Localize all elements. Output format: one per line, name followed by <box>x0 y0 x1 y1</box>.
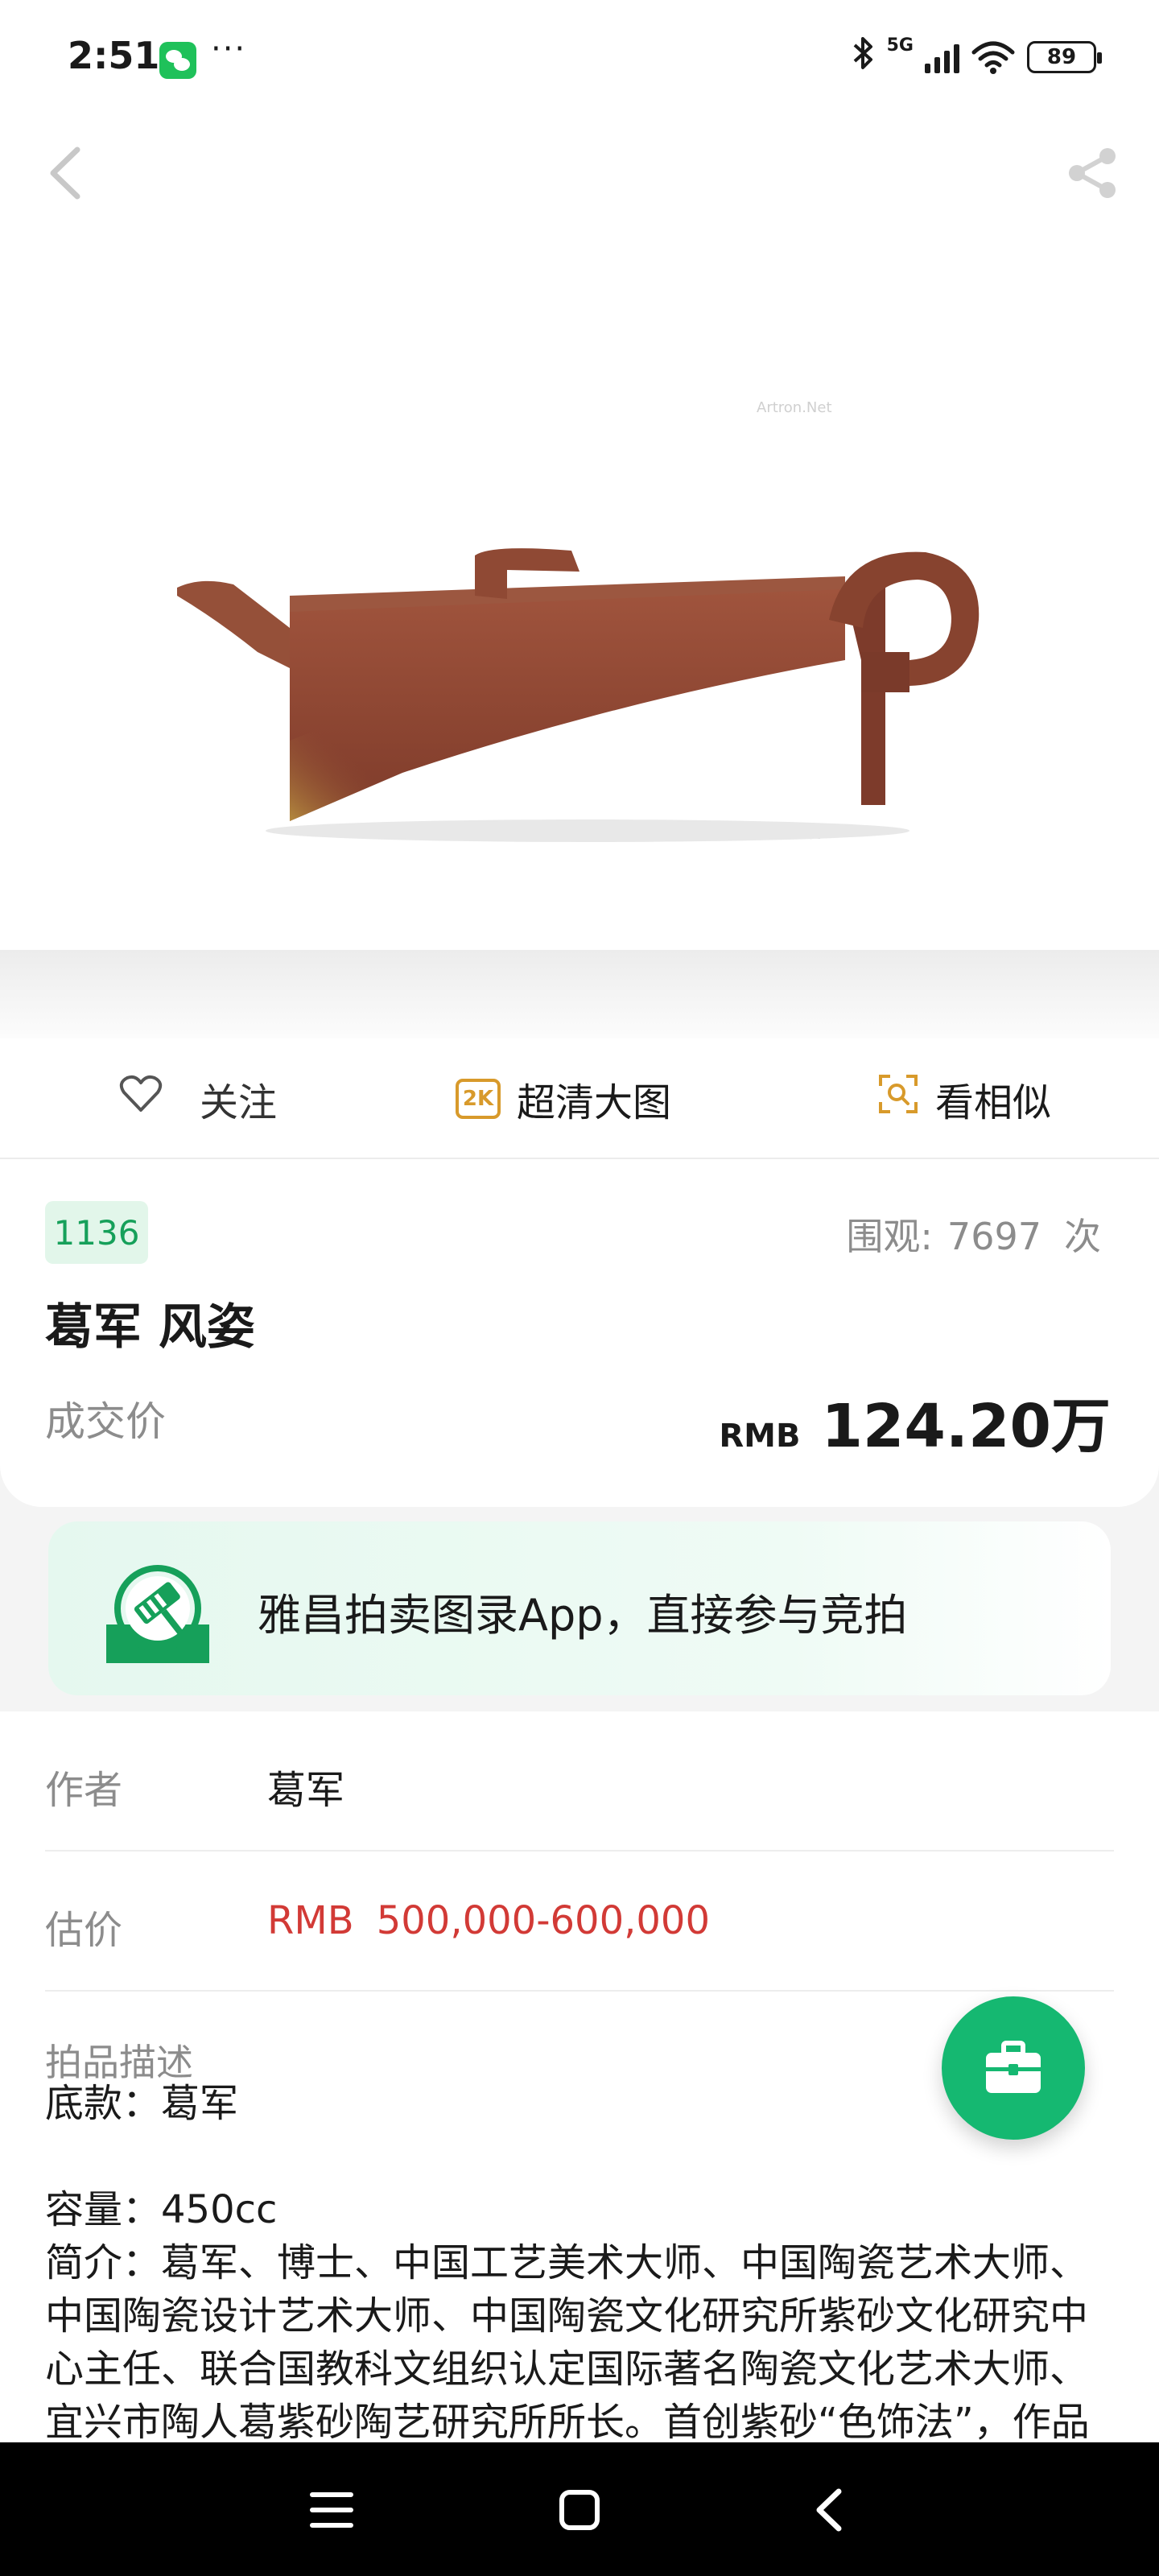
status-time: 2:51 <box>68 34 160 77</box>
estimate-range: 500,000-600,000 <box>376 1898 711 1943</box>
lot-number-badge: 1136 <box>45 1201 148 1264</box>
lot-info-card: 1136 围观: 7697 次 葛军 风姿 成交价 RMB 124.20万 <box>0 1159 1159 1507</box>
system-nav-bar <box>0 2442 1159 2576</box>
back-arrow-icon[interactable] <box>45 145 85 201</box>
wifi-icon <box>971 39 1016 75</box>
lot-title: 葛军 风姿 <box>45 1299 255 1356</box>
action-row: 关注 2K 超清大图 看相似 <box>0 1038 1159 1159</box>
briefcase-icon <box>986 2041 1041 2093</box>
app-promo-banner[interactable]: 雅昌拍卖图录App，直接参与竞拍 <box>48 1521 1111 1695</box>
view-count: 围观: 7697 次 <box>846 1208 1101 1261</box>
briefcase-fab-button[interactable] <box>942 1996 1085 2140</box>
follow-label: 关注 <box>200 1080 278 1125</box>
author-value[interactable]: 葛军 <box>267 1758 344 1814</box>
estimate-label: 估价 <box>45 1908 123 1953</box>
estimate-currency: RMB <box>267 1898 354 1943</box>
views-unit: 次 <box>1064 1215 1101 1258</box>
heart-icon <box>119 1075 163 1123</box>
network-type-label: 5G <box>886 35 914 56</box>
image-search-icon <box>877 1073 919 1125</box>
bluetooth-icon <box>852 35 876 79</box>
hd-image-button[interactable]: 2K 超清大图 <box>456 1071 671 1127</box>
status-bar: 2:51 ··· 5G 89 <box>0 0 1159 113</box>
watermark-text: Artron.Net <box>757 399 832 416</box>
sold-price: RMB 124.20万 <box>719 1378 1111 1464</box>
signal-icon <box>925 41 959 73</box>
price-value: 124.20万 <box>821 1392 1111 1461</box>
estimate-value: RMB 500,000-600,000 <box>267 1898 710 1943</box>
find-similar-button[interactable]: 看相似 <box>877 1071 1051 1127</box>
sold-price-label: 成交价 <box>45 1398 166 1445</box>
views-count: 7697 <box>947 1215 1041 1258</box>
promo-text: 雅昌拍卖图录App，直接参与竞拍 <box>258 1590 908 1641</box>
back-nav-icon[interactable] <box>797 2478 861 2542</box>
views-label: 围观: <box>846 1215 933 1258</box>
more-notifications-icon: ··· <box>211 31 247 68</box>
similar-label: 看相似 <box>935 1080 1052 1125</box>
hd-2k-icon: 2K <box>456 1079 501 1119</box>
estimate-row: 估价 RMB 500,000-600,000 <box>45 1852 1114 1992</box>
wechat-icon <box>159 42 196 79</box>
home-nav-icon[interactable] <box>547 2478 612 2542</box>
author-row: 作者 葛军 <box>45 1711 1114 1852</box>
author-label: 作者 <box>45 1768 123 1813</box>
menu-nav-icon[interactable] <box>299 2478 364 2542</box>
auction-lot-page: 2:51 ··· 5G 89 Artron.Net 关注 2K 超清大图 看相似… <box>0 0 1159 2576</box>
teapot-image <box>177 548 980 842</box>
status-icons: 5G 89 <box>852 35 1102 79</box>
battery-icon: 89 <box>1027 41 1102 73</box>
lot-image-area[interactable]: Artron.Net Artron.Net <box>0 113 1159 1055</box>
follow-button[interactable]: 关注 <box>119 1071 277 1127</box>
hd-label: 超清大图 <box>517 1080 672 1125</box>
share-icon[interactable] <box>1064 145 1120 201</box>
description-text: 底款：葛军 容量：450cc 简介：葛军、博士、中国工艺美术大师、中国陶瓷艺术大… <box>45 2081 1090 2445</box>
artron-auction-logo <box>106 1565 209 1663</box>
price-currency: RMB <box>719 1418 801 1455</box>
